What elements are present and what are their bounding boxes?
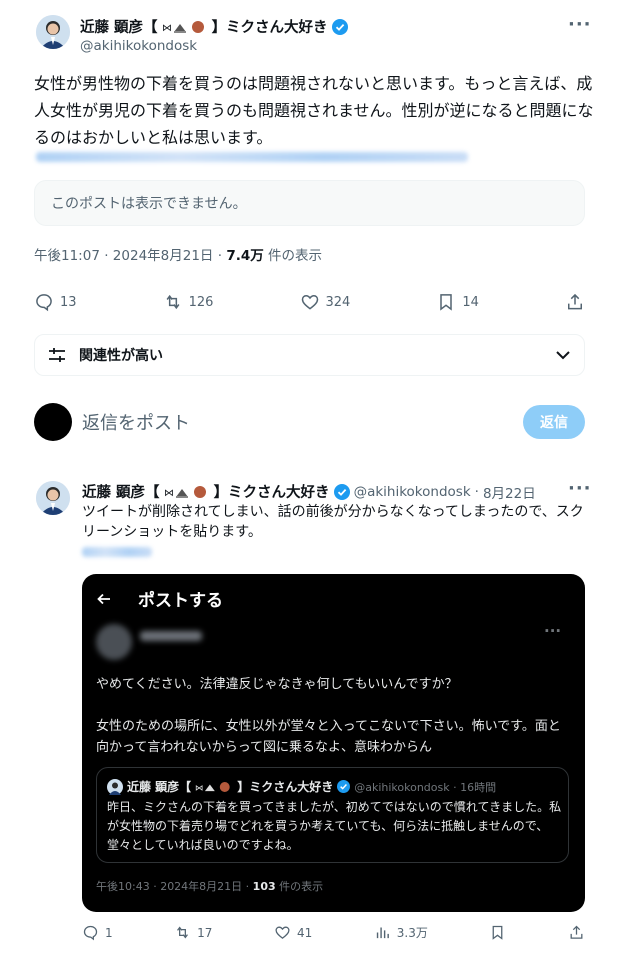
share-icon: [570, 925, 583, 939]
bookmark-button[interactable]: [489, 924, 506, 941]
reply-author-handle[interactable]: @akihikokondosk: [354, 484, 471, 500]
share-button[interactable]: [568, 924, 585, 941]
quoted-handle-time: @akihikokondosk · 16時間: [354, 780, 497, 794]
quoted-text: 昨日、ミクさんの下着を買ってきましたが、初めてではないので慣れてきました。私が女…: [107, 800, 562, 852]
name-emoji-icons: ⋈: [195, 781, 230, 792]
author-name-suffix[interactable]: 】ミクさん大好き: [212, 16, 328, 37]
meta-separator: ·: [217, 248, 223, 264]
reply-date[interactable]: 8月22日: [483, 482, 536, 502]
like-count: 41: [296, 925, 313, 940]
views-button[interactable]: 3.3万: [374, 924, 428, 941]
reply-button[interactable]: 1: [82, 924, 113, 941]
reply-icon: [83, 925, 98, 941]
quoted-author-name: 近藤 顕彦【: [127, 780, 192, 794]
screenshot-meta-label: 件の表示: [275, 880, 324, 893]
more-options-icon[interactable]: ···: [568, 478, 592, 499]
screenshot-body-1: やめてください。法律違反じゃなきゃ何してもいいんですか？: [96, 677, 458, 692]
sort-relevance-dropdown[interactable]: 関連性が高い: [34, 334, 585, 376]
name-emoji-icons: ⋈: [162, 20, 208, 34]
svg-text:⋈: ⋈: [164, 488, 174, 499]
name-emoji-icons: ⋈: [164, 485, 210, 499]
bookmark-icon: [440, 294, 453, 311]
screenshot-meta-time: 午後10:43 · 2024年8月21日 ·: [96, 880, 253, 893]
back-arrow-icon: [97, 593, 110, 604]
like-button[interactable]: 41: [274, 924, 312, 941]
like-button[interactable]: 324: [300, 292, 351, 312]
author-handle[interactable]: @akihikokondosk: [80, 38, 197, 54]
reply-input[interactable]: 返信をポスト: [82, 409, 190, 435]
blurred-name: [140, 631, 202, 641]
filter-sliders-icon: [49, 348, 65, 362]
reply-icon: [36, 294, 52, 312]
screenshot-header: ポストする: [96, 586, 223, 611]
screenshot-meta-views: 103: [252, 880, 276, 893]
quoted-author-name-suffix: 】ミクさん大好き: [237, 780, 334, 794]
reply-author-row: 近藤 顕彦【 ⋈ 】ミクさん大好き @akihikokondosk · 8月22…: [82, 481, 536, 502]
repost-button[interactable]: 126: [163, 292, 214, 312]
verified-badge-icon: [331, 18, 348, 35]
tweet-meta: 午後11:07 · 2024年8月21日 · 7.4万 件の表示: [34, 244, 322, 264]
quote-unavailable-notice: このポストは表示できません。: [34, 180, 585, 226]
more-options-icon[interactable]: ···: [568, 14, 592, 35]
author-name-row: 近藤 顕彦【 ⋈ 】ミクさん大好き: [80, 16, 348, 37]
reply-submit-button[interactable]: 返信: [523, 405, 585, 439]
repost-count: 17: [197, 925, 213, 940]
repost-count: 126: [188, 294, 214, 310]
own-avatar: [34, 403, 72, 441]
tweet-date[interactable]: 2024年8月21日: [113, 248, 214, 264]
svg-text:⋈: ⋈: [162, 23, 172, 34]
reply-author-name[interactable]: 近藤 顕彦【: [82, 481, 160, 502]
reply-tweet-actions: 1 17 41 3.3万: [82, 924, 585, 941]
verified-badge-icon: [333, 483, 350, 500]
reply-author-name-suffix[interactable]: 】ミクさん大好き: [214, 481, 330, 502]
repost-button[interactable]: 17: [174, 924, 212, 941]
tweet-text: 女性が男性物の下着を買うのは問題視されないと思います。もっと言えば、成人女性が男…: [34, 74, 594, 147]
blurred-avatar: [96, 624, 132, 660]
meta-separator: ·: [474, 483, 479, 500]
tweet-time[interactable]: 午後11:07: [34, 248, 100, 264]
chevron-down-icon: [556, 351, 570, 360]
quoted-avatar: [107, 778, 123, 795]
heart-icon: [275, 926, 290, 939]
share-icon: [568, 293, 582, 310]
author-name[interactable]: 近藤 顕彦【: [80, 16, 158, 37]
bookmark-icon: [493, 925, 503, 940]
tweet-actions: 13 126 324 14: [34, 292, 585, 312]
blurred-link[interactable]: [82, 547, 152, 557]
like-count: 324: [325, 294, 351, 310]
views-count: 3.3万: [396, 926, 428, 940]
reply-composer: 返信をポスト 返信: [34, 402, 585, 442]
screenshot-meta: 午後10:43 · 2024年8月21日 · 103 件の表示: [96, 878, 323, 894]
attached-screenshot-image[interactable]: ポストする ··· やめてください。法律違反じゃなきゃ何してもいいんですか？ 女…: [82, 574, 585, 912]
quote-unavailable-text: このポストは表示できません。: [51, 196, 247, 212]
reply-count: 1: [105, 925, 113, 940]
screenshot-quoted-post: 近藤 顕彦【 ⋈ 】ミクさん大好き @akihikokondosk · 16時間…: [96, 767, 569, 863]
repost-icon: [177, 926, 189, 939]
verified-badge-icon: [337, 780, 351, 793]
author-avatar[interactable]: [36, 15, 70, 49]
views-label: 件の表示: [268, 248, 323, 264]
screenshot-body-2: 女性のための場所に、女性以外が堂々と入ってこないで下さい。怖いです。面と向かって…: [96, 719, 561, 755]
reply-count: 13: [60, 294, 77, 310]
reply-tweet-text: ツイートが削除されてしまい、話の前後が分からなくなってしまったので、スクリーンシ…: [82, 504, 584, 540]
heart-icon: [301, 294, 318, 310]
analytics-bars-icon: [376, 927, 389, 939]
reply-button[interactable]: 13: [34, 292, 77, 312]
more-options-icon: ···: [544, 622, 562, 640]
blurred-link[interactable]: [36, 152, 468, 162]
reply-author-avatar[interactable]: [36, 481, 70, 515]
repost-icon: [166, 294, 180, 310]
bookmark-button[interactable]: 14: [436, 292, 479, 312]
meta-separator: ·: [104, 248, 109, 264]
sort-relevance-label: 関連性が高い: [79, 348, 163, 364]
share-button[interactable]: [565, 292, 585, 312]
bookmark-count: 14: [462, 294, 479, 310]
views-count: 7.4万: [226, 248, 264, 264]
screenshot-header-title: ポストする: [138, 591, 223, 611]
svg-text:⋈: ⋈: [195, 782, 203, 792]
quoted-author-row: 近藤 顕彦【 ⋈ 】ミクさん大好き @akihikokondosk · 16時間: [107, 778, 496, 795]
